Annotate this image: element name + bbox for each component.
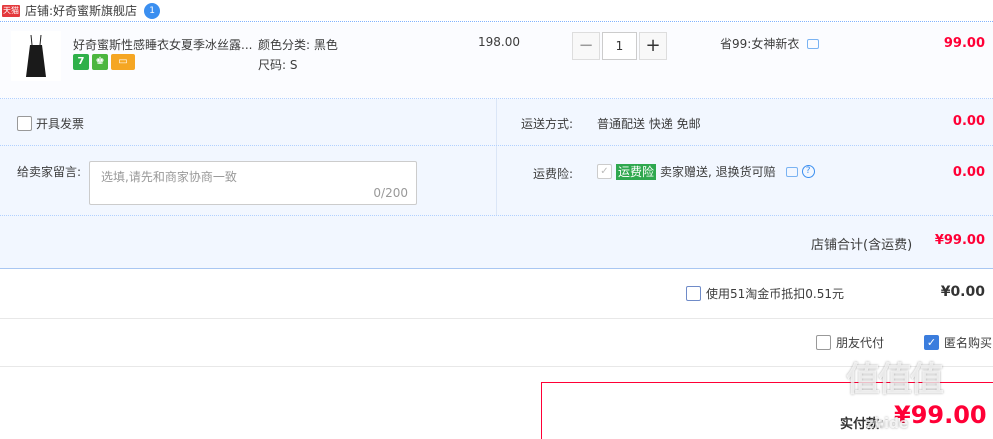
coin-label: 使用51淘金币抵扣0.51元 xyxy=(706,287,844,301)
unit-price: 198.00 xyxy=(478,35,520,49)
friend-pay-option[interactable]: 朋友代付 xyxy=(816,334,884,351)
product-title-link[interactable]: 好奇蜜斯性感睡衣女夏季冰丝露... xyxy=(73,36,253,53)
shipping-method: 普通配送 快递 免邮 xyxy=(597,117,701,131)
anonymous-label: 匿名购买 xyxy=(944,336,993,350)
purchase-options-row: 朋友代付 ✓ 匿名购买 xyxy=(0,319,993,367)
seven-day-return-icon[interactable]: 7 xyxy=(73,54,89,70)
insurance-label: 运费险: xyxy=(533,167,574,181)
shop-header: 天猫 店铺: 好奇蜜斯旗舰店 1 xyxy=(0,0,993,22)
shop-total-row: 店铺合计(含运费) ¥99.00 xyxy=(0,216,993,269)
invoice-shipping-row: 开具发票 运送方式: 普通配送 快递 免邮 0.00 xyxy=(0,99,993,146)
invoice-checkbox[interactable] xyxy=(17,116,32,131)
memo-placeholder: 选填,请先和商家协商一致 xyxy=(101,170,237,184)
order-extras-panel: 开具发票 运送方式: 普通配送 快递 免邮 0.00 给卖家留言: 选填,请先和… xyxy=(0,99,993,269)
coin-option[interactable]: 使用51淘金币抵扣0.51元 xyxy=(686,285,844,302)
insurance-fee: 0.00 xyxy=(952,165,985,180)
quantity-input[interactable]: 1 xyxy=(602,32,637,60)
tmall-icon: 天猫 xyxy=(2,4,20,17)
friend-pay-label: 朋友代付 xyxy=(836,336,885,350)
sku-size: 尺码: S xyxy=(258,58,298,72)
shop-label: 店铺: xyxy=(25,4,54,18)
product-thumbnail[interactable] xyxy=(11,31,61,81)
friend-pay-checkbox[interactable] xyxy=(816,335,831,350)
quantity-stepper: − 1 + xyxy=(572,32,667,60)
invoice-label: 开具发票 xyxy=(36,117,85,131)
item-subtotal: 99.00 xyxy=(943,36,985,51)
increase-quantity-button[interactable]: + xyxy=(639,32,667,60)
memo-char-count: 0/200 xyxy=(373,186,408,200)
memo-label: 给卖家留言: xyxy=(17,165,82,179)
coin-value: ¥0.00 xyxy=(940,284,985,300)
promotion-text: 省99:女神新衣 xyxy=(720,37,800,51)
credit-card-icon[interactable]: ▭ xyxy=(111,54,135,70)
anonymous-checkbox[interactable]: ✓ xyxy=(924,335,939,350)
watermark-logo: 值值值 xyxy=(846,360,944,400)
insurance-text: 卖家赠送, 退换货可赔 xyxy=(660,165,776,179)
sku-color: 颜色分类: 黑色 xyxy=(258,38,338,52)
help-icon[interactable]: ? xyxy=(801,165,815,178)
chat-wangwang-icon[interactable]: 1 xyxy=(144,2,161,19)
insurance-checkbox: ✓ xyxy=(597,164,612,179)
shop-name-link[interactable]: 好奇蜜斯旗舰店 xyxy=(53,2,137,19)
memo-textarea[interactable]: 选填,请先和商家协商一致 0/200 xyxy=(89,161,417,205)
memo-insurance-row: 给卖家留言: 选填,请先和商家协商一致 0/200 运费险: ✓ 运费险 卖家赠… xyxy=(0,146,993,216)
coin-deduction-row: 使用51淘金币抵扣0.51元 ¥0.00 xyxy=(0,269,993,319)
coin-checkbox[interactable] xyxy=(686,286,701,301)
promo-chat-icon[interactable] xyxy=(807,39,819,49)
watermark-text: zhide xyxy=(866,416,909,432)
decrease-quantity-button[interactable]: − xyxy=(572,32,600,60)
shipping-fee: 0.00 xyxy=(952,114,985,129)
anonymous-purchase-option[interactable]: ✓ 匿名购买 xyxy=(924,334,992,351)
insurance-chat-icon[interactable] xyxy=(785,166,798,177)
shop-total-value: ¥99.00 xyxy=(934,233,985,248)
insurance-badge: 运费险 xyxy=(616,163,657,180)
order-item-row: 好奇蜜斯性感睡衣女夏季冰丝露... 7 ♚ ▭ 颜色分类: 黑色 尺码: S 1… xyxy=(0,23,993,99)
shop-total-label: 店铺合计(含运费) xyxy=(811,238,913,253)
service-icons: 7 ♚ ▭ xyxy=(73,54,135,70)
shipping-label: 运送方式: xyxy=(521,117,574,131)
invoice-option[interactable]: 开具发票 xyxy=(17,115,84,132)
guarantee-icon[interactable]: ♚ xyxy=(92,54,108,70)
insurance-option: ✓ 运费险 卖家赠送, 退换货可赔 ? xyxy=(597,163,815,180)
